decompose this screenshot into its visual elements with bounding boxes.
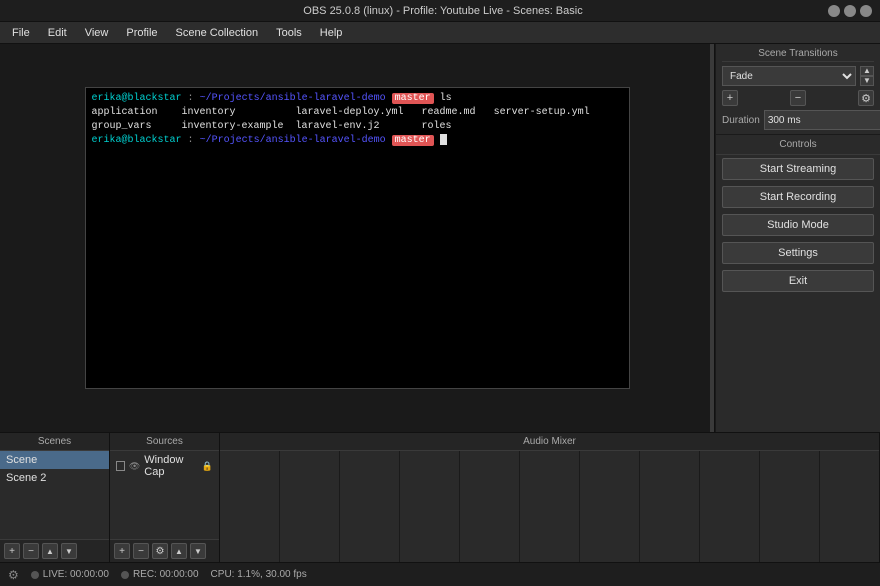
menu-help[interactable]: Help (312, 25, 351, 41)
scenes-panel: Scenes Scene Scene 2 + − ▲ ▼ (0, 433, 110, 562)
settings-button[interactable]: Settings (722, 242, 874, 264)
bottom-area: Scenes Scene Scene 2 + − ▲ ▼ Sources 👁 W… (0, 432, 880, 562)
right-panel: Scene Transitions Fade ▲ ▼ + − ⚙ Duratio… (715, 44, 880, 432)
source-list: 👁 Window Cap 🔒 (110, 451, 219, 539)
add-scene-button[interactable]: + (4, 543, 20, 559)
window-title: OBS 25.0.8 (linux) - Profile: Youtube Li… (58, 5, 828, 17)
add-transition-button[interactable]: + (722, 90, 738, 106)
terminal-line-3: group_vars inventory-example laravel-env… (92, 120, 623, 134)
studio-mode-button[interactable]: Studio Mode (722, 214, 874, 236)
menu-bar: File Edit View Profile Scene Collection … (0, 22, 880, 44)
transition-select-row: Fade ▲ ▼ (722, 66, 874, 86)
add-source-button[interactable]: + (114, 543, 130, 559)
terminal-line-2: application inventory laravel-deploy.yml… (92, 106, 623, 120)
scene-list: Scene Scene 2 (0, 451, 109, 539)
scenes-toolbar: + − ▲ ▼ (0, 539, 109, 562)
main-content: erika@blackstar : ~/Projects/ansible-lar… (0, 44, 880, 432)
controls-title: Controls (716, 135, 880, 155)
terminal-preview: erika@blackstar : ~/Projects/ansible-lar… (85, 87, 630, 389)
menu-scene-collection[interactable]: Scene Collection (168, 25, 267, 41)
rec-status: REC: 00:00:00 (121, 569, 199, 580)
duration-input[interactable] (764, 110, 880, 130)
menu-tools[interactable]: Tools (268, 25, 310, 41)
remove-source-button[interactable]: − (133, 543, 149, 559)
audio-mixer-content (220, 451, 879, 562)
settings-status-icon: ⚙ (8, 568, 19, 582)
source-settings-button[interactable]: ⚙ (152, 543, 168, 559)
start-streaming-button[interactable]: Start Streaming (722, 158, 874, 180)
transition-type-select[interactable]: Fade (722, 66, 856, 86)
close-button[interactable] (860, 5, 872, 17)
menu-profile[interactable]: Profile (118, 25, 165, 41)
rec-dot (121, 571, 129, 579)
sources-title: Sources (110, 433, 219, 451)
remove-scene-button[interactable]: − (23, 543, 39, 559)
maximize-button[interactable] (844, 5, 856, 17)
live-dot (31, 571, 39, 579)
source-up-button[interactable]: ▲ (171, 543, 187, 559)
lock-icon: 🔒 (202, 461, 213, 472)
transition-settings-button[interactable]: ⚙ (858, 90, 874, 106)
live-timer: LIVE: 00:00:00 (43, 569, 109, 580)
terminal-line-4: erika@blackstar : ~/Projects/ansible-lar… (92, 134, 623, 148)
transition-spinners: ▲ ▼ (860, 66, 874, 86)
eye-icon: 👁 (129, 461, 140, 472)
status-bar: ⚙ LIVE: 00:00:00 REC: 00:00:00 CPU: 1.1%… (0, 562, 880, 586)
scene-transitions-panel: Scene Transitions Fade ▲ ▼ + − ⚙ Duratio… (716, 44, 880, 135)
title-bar: OBS 25.0.8 (linux) - Profile: Youtube Li… (0, 0, 880, 22)
cpu-info: CPU: 1.1%, 30.00 fps (211, 569, 307, 580)
minimize-button[interactable] (828, 5, 840, 17)
audio-mixer-title: Audio Mixer (220, 433, 879, 451)
menu-view[interactable]: View (77, 25, 117, 41)
source-name: Window Cap (144, 454, 197, 478)
scene-down-button[interactable]: ▼ (61, 543, 77, 559)
menu-edit[interactable]: Edit (40, 25, 75, 41)
live-status: LIVE: 00:00:00 (31, 569, 109, 580)
start-recording-button[interactable]: Start Recording (722, 186, 874, 208)
remove-transition-button[interactable]: − (790, 90, 806, 106)
source-down-button[interactable]: ▼ (190, 543, 206, 559)
sources-toolbar: + − ⚙ ▲ ▼ (110, 539, 219, 562)
source-visibility-checkbox[interactable] (116, 461, 125, 471)
controls-panel: Controls Start Streaming Start Recording… (716, 135, 880, 432)
preview-resize-handle[interactable] (710, 44, 714, 432)
scenes-title: Scenes (0, 433, 109, 451)
terminal-line-1: erika@blackstar : ~/Projects/ansible-lar… (92, 92, 623, 106)
transition-spin-up[interactable]: ▲ (860, 66, 874, 76)
menu-file[interactable]: File (4, 25, 38, 41)
status-icon-area: ⚙ (8, 568, 19, 582)
duration-row: Duration ▲ ▼ (722, 110, 874, 130)
transition-spin-down[interactable]: ▼ (860, 76, 874, 86)
sources-panel: Sources 👁 Window Cap 🔒 + − ⚙ ▲ ▼ (110, 433, 220, 562)
scene-up-button[interactable]: ▲ (42, 543, 58, 559)
cpu-status: CPU: 1.1%, 30.00 fps (211, 569, 307, 580)
audio-mixer-panel: Audio Mixer (220, 433, 880, 562)
scene-transitions-title: Scene Transitions (722, 48, 874, 62)
transition-icon-row: + − ⚙ (722, 90, 874, 106)
terminal-content: erika@blackstar : ~/Projects/ansible-lar… (86, 88, 629, 152)
source-item-0[interactable]: 👁 Window Cap 🔒 (110, 451, 219, 481)
rec-timer: REC: 00:00:00 (133, 569, 199, 580)
duration-label: Duration (722, 115, 760, 126)
scene-item-1[interactable]: Scene 2 (0, 469, 109, 487)
preview-area: erika@blackstar : ~/Projects/ansible-lar… (0, 44, 715, 432)
scene-item-0[interactable]: Scene (0, 451, 109, 469)
window-controls[interactable] (828, 5, 872, 17)
exit-button[interactable]: Exit (722, 270, 874, 292)
